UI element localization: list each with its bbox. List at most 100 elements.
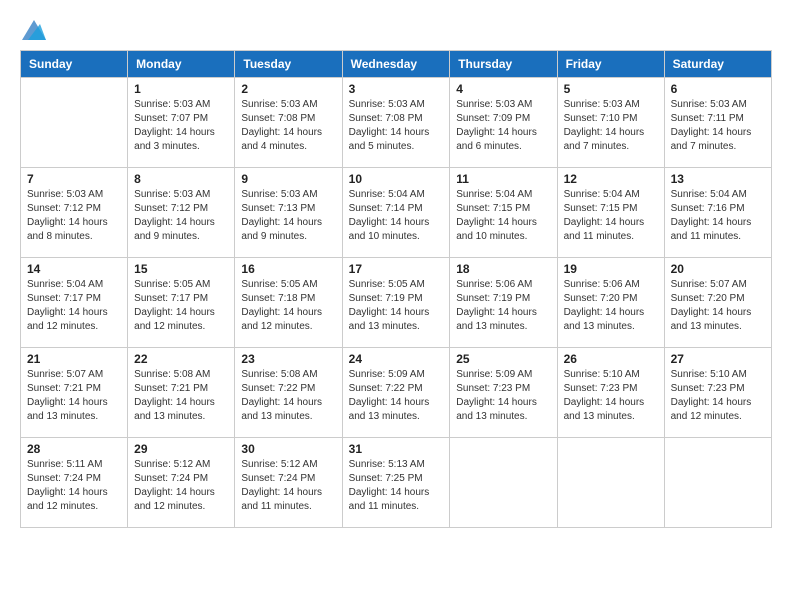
day-number: 22 — [134, 352, 228, 366]
day-number: 19 — [564, 262, 658, 276]
day-info: Sunrise: 5:04 AM Sunset: 7:16 PM Dayligh… — [671, 188, 765, 244]
day-number: 6 — [671, 82, 765, 96]
day-cell-26: 26 Sunrise: 5:10 AM Sunset: 7:23 PM Dayli… — [557, 348, 664, 438]
day-info: Sunrise: 5:03 AM Sunset: 7:10 PM Dayligh… — [564, 98, 658, 154]
column-header-friday: Friday — [557, 51, 664, 78]
week-row-4: 21 Sunrise: 5:07 AM Sunset: 7:21 PM Dayli… — [21, 348, 772, 438]
day-number: 13 — [671, 172, 765, 186]
day-cell-12: 12 Sunrise: 5:04 AM Sunset: 7:15 PM Dayli… — [557, 168, 664, 258]
column-header-thursday: Thursday — [450, 51, 557, 78]
day-cell-28: 28 Sunrise: 5:11 AM Sunset: 7:24 PM Dayli… — [21, 438, 128, 528]
day-info: Sunrise: 5:04 AM Sunset: 7:15 PM Dayligh… — [564, 188, 658, 244]
day-cell-9: 9 Sunrise: 5:03 AM Sunset: 7:13 PM Daylig… — [235, 168, 342, 258]
day-cell-3: 3Sunrise: 5:03 AM Sunset: 7:08 PM Daylig… — [342, 78, 450, 168]
day-info: Sunrise: 5:10 AM Sunset: 7:23 PM Dayligh… — [564, 368, 658, 424]
day-number: 23 — [241, 352, 335, 366]
day-info: Sunrise: 5:08 AM Sunset: 7:22 PM Dayligh… — [241, 368, 335, 424]
day-cell-8: 8 Sunrise: 5:03 AM Sunset: 7:12 PM Daylig… — [128, 168, 235, 258]
day-info: Sunrise: 5:12 AM Sunset: 7:24 PM Dayligh… — [134, 458, 228, 514]
day-cell-27: 27 Sunrise: 5:10 AM Sunset: 7:23 PM Dayli… — [664, 348, 771, 438]
day-number: 31 — [349, 442, 444, 456]
day-cell-31: 31 Sunrise: 5:13 AM Sunset: 7:25 PM Dayli… — [342, 438, 450, 528]
day-cell-1: 1 Sunrise: 5:03 AM Sunset: 7:07 PM Daylig… — [128, 78, 235, 168]
day-number: 28 — [27, 442, 121, 456]
day-number: 8 — [134, 172, 228, 186]
column-header-tuesday: Tuesday — [235, 51, 342, 78]
day-cell-30: 30 Sunrise: 5:12 AM Sunset: 7:24 PM Dayli… — [235, 438, 342, 528]
day-info: Sunrise: 5:07 AM Sunset: 7:21 PM Dayligh… — [27, 368, 121, 424]
day-info: Sunrise: 5:03 AM Sunset: 7:08 PM Dayligh… — [241, 98, 335, 154]
day-info: Sunrise: 5:09 AM Sunset: 7:22 PM Dayligh… — [349, 368, 444, 424]
day-cell-7: 7 Sunrise: 5:03 AM Sunset: 7:12 PM Daylig… — [21, 168, 128, 258]
day-info: Sunrise: 5:11 AM Sunset: 7:24 PM Dayligh… — [27, 458, 121, 514]
day-info: Sunrise: 5:06 AM Sunset: 7:19 PM Dayligh… — [456, 278, 550, 334]
column-header-wednesday: Wednesday — [342, 51, 450, 78]
day-number: 26 — [564, 352, 658, 366]
day-cell-19: 19 Sunrise: 5:06 AM Sunset: 7:20 PM Dayli… — [557, 258, 664, 348]
day-info: Sunrise: 5:06 AM Sunset: 7:20 PM Dayligh… — [564, 278, 658, 334]
day-number: 12 — [564, 172, 658, 186]
day-info: Sunrise: 5:05 AM Sunset: 7:17 PM Dayligh… — [134, 278, 228, 334]
day-number: 11 — [456, 172, 550, 186]
day-cell-2: 2 Sunrise: 5:03 AM Sunset: 7:08 PM Daylig… — [235, 78, 342, 168]
day-number: 21 — [27, 352, 121, 366]
day-cell-24: 24 Sunrise: 5:09 AM Sunset: 7:22 PM Dayli… — [342, 348, 450, 438]
day-cell-29: 29 Sunrise: 5:12 AM Sunset: 7:24 PM Dayli… — [128, 438, 235, 528]
week-row-5: 28 Sunrise: 5:11 AM Sunset: 7:24 PM Dayli… — [21, 438, 772, 528]
day-number: 29 — [134, 442, 228, 456]
column-header-sunday: Sunday — [21, 51, 128, 78]
week-row-2: 7 Sunrise: 5:03 AM Sunset: 7:12 PM Daylig… — [21, 168, 772, 258]
day-info: Sunrise: 5:03 AM Sunset: 7:12 PM Dayligh… — [27, 188, 121, 244]
day-number: 14 — [27, 262, 121, 276]
day-info: Sunrise: 5:05 AM Sunset: 7:19 PM Dayligh… — [349, 278, 444, 334]
day-cell-16: 16Sunrise: 5:05 AM Sunset: 7:18 PM Dayli… — [235, 258, 342, 348]
day-info: Sunrise: 5:04 AM Sunset: 7:17 PM Dayligh… — [27, 278, 121, 334]
empty-cell — [664, 438, 771, 528]
empty-cell — [450, 438, 557, 528]
day-info: Sunrise: 5:03 AM Sunset: 7:11 PM Dayligh… — [671, 98, 765, 154]
day-info: Sunrise: 5:04 AM Sunset: 7:14 PM Dayligh… — [349, 188, 444, 244]
day-number: 25 — [456, 352, 550, 366]
day-cell-23: 23 Sunrise: 5:08 AM Sunset: 7:22 PM Dayli… — [235, 348, 342, 438]
day-info: Sunrise: 5:03 AM Sunset: 7:12 PM Dayligh… — [134, 188, 228, 244]
day-number: 4 — [456, 82, 550, 96]
day-cell-18: 18 Sunrise: 5:06 AM Sunset: 7:19 PM Dayli… — [450, 258, 557, 348]
day-info: Sunrise: 5:07 AM Sunset: 7:20 PM Dayligh… — [671, 278, 765, 334]
empty-cell — [21, 78, 128, 168]
day-info: Sunrise: 5:12 AM Sunset: 7:24 PM Dayligh… — [241, 458, 335, 514]
day-info: Sunrise: 5:03 AM Sunset: 7:13 PM Dayligh… — [241, 188, 335, 244]
column-header-saturday: Saturday — [664, 51, 771, 78]
logo[interactable] — [20, 20, 46, 40]
empty-cell — [557, 438, 664, 528]
day-number: 17 — [349, 262, 444, 276]
day-number: 9 — [241, 172, 335, 186]
day-number: 1 — [134, 82, 228, 96]
logo-icon — [22, 20, 46, 40]
day-info: Sunrise: 5:03 AM Sunset: 7:07 PM Dayligh… — [134, 98, 228, 154]
day-cell-4: 4 Sunrise: 5:03 AM Sunset: 7:09 PM Daylig… — [450, 78, 557, 168]
day-info: Sunrise: 5:13 AM Sunset: 7:25 PM Dayligh… — [349, 458, 444, 514]
day-info: Sunrise: 5:03 AM Sunset: 7:08 PM Dayligh… — [349, 98, 444, 154]
day-number: 7 — [27, 172, 121, 186]
page-header — [20, 20, 772, 40]
day-cell-17: 17 Sunrise: 5:05 AM Sunset: 7:19 PM Dayli… — [342, 258, 450, 348]
day-info: Sunrise: 5:04 AM Sunset: 7:15 PM Dayligh… — [456, 188, 550, 244]
day-info: Sunrise: 5:10 AM Sunset: 7:23 PM Dayligh… — [671, 368, 765, 424]
day-number: 30 — [241, 442, 335, 456]
day-number: 16 — [241, 262, 335, 276]
day-cell-25: 25Sunrise: 5:09 AM Sunset: 7:23 PM Dayli… — [450, 348, 557, 438]
day-cell-21: 21 Sunrise: 5:07 AM Sunset: 7:21 PM Dayli… — [21, 348, 128, 438]
calendar-table: SundayMondayTuesdayWednesdayThursdayFrid… — [20, 50, 772, 528]
day-cell-13: 13 Sunrise: 5:04 AM Sunset: 7:16 PM Dayli… — [664, 168, 771, 258]
day-cell-5: 5 Sunrise: 5:03 AM Sunset: 7:10 PM Daylig… — [557, 78, 664, 168]
day-cell-22: 22Sunrise: 5:08 AM Sunset: 7:21 PM Dayli… — [128, 348, 235, 438]
day-number: 24 — [349, 352, 444, 366]
day-cell-6: 6 Sunrise: 5:03 AM Sunset: 7:11 PM Daylig… — [664, 78, 771, 168]
day-info: Sunrise: 5:03 AM Sunset: 7:09 PM Dayligh… — [456, 98, 550, 154]
day-number: 2 — [241, 82, 335, 96]
day-number: 5 — [564, 82, 658, 96]
day-number: 27 — [671, 352, 765, 366]
day-number: 20 — [671, 262, 765, 276]
week-row-3: 14 Sunrise: 5:04 AM Sunset: 7:17 PM Dayli… — [21, 258, 772, 348]
day-number: 18 — [456, 262, 550, 276]
